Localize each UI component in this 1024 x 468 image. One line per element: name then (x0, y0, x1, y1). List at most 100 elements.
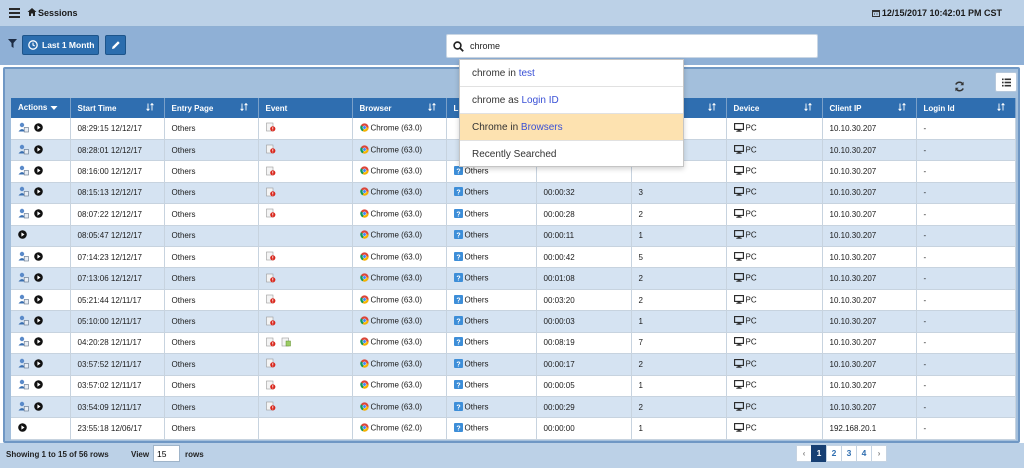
column-header-8[interactable]: Device (726, 98, 823, 118)
table-row[interactable]: 07:14:23 12/12/17 Others Chrome (63.0)? Oth… (11, 246, 1016, 269)
user-session-icon[interactable] (18, 272, 29, 285)
login-id-cell: - (916, 289, 1016, 312)
menu-icon[interactable] (9, 8, 20, 18)
error-event-icon[interactable] (265, 166, 276, 178)
sort-icon[interactable] (897, 102, 906, 113)
user-session-icon[interactable] (18, 401, 29, 414)
error-event-icon[interactable] (265, 122, 276, 134)
column-header-10[interactable]: Login Id (916, 98, 1016, 118)
play-session-icon[interactable] (18, 230, 27, 241)
user-session-icon[interactable] (18, 379, 29, 392)
error-event-icon[interactable] (265, 380, 276, 392)
search-box[interactable] (446, 34, 818, 58)
play-session-icon[interactable] (34, 380, 43, 391)
suggestion-target: test (518, 68, 535, 79)
table-row[interactable]: 04:20:28 12/11/17 Others Chrome (63.0)? Oth… (11, 332, 1016, 355)
user-session-icon[interactable] (18, 315, 29, 328)
monitor-icon (733, 251, 744, 263)
refresh-icon[interactable] (954, 81, 965, 92)
error-event-icon[interactable] (265, 401, 276, 413)
sort-icon[interactable] (145, 102, 154, 113)
user-session-icon[interactable] (18, 144, 29, 157)
client-ip-cell: 10.10.30.207 (822, 353, 917, 376)
suggestion-item[interactable]: chrome in test (460, 60, 683, 87)
page-size-input[interactable] (153, 445, 180, 462)
filter-icon[interactable] (8, 39, 17, 48)
column-chooser-button[interactable] (995, 72, 1017, 92)
user-session-icon[interactable] (18, 165, 29, 178)
play-session-icon[interactable] (34, 337, 43, 348)
error-event-icon[interactable] (265, 273, 276, 285)
user-session-icon[interactable] (18, 358, 29, 371)
page-button-3[interactable]: 3 (841, 445, 857, 462)
home-icon[interactable] (27, 7, 37, 17)
table-row[interactable]: 05:10:00 12/11/17 Others Chrome (63.0)? Oth… (11, 310, 1016, 333)
table-row[interactable]: 07:13:06 12/12/17 Others Chrome (63.0)? Oth… (11, 267, 1016, 290)
column-header-9[interactable]: Client IP (822, 98, 917, 118)
error-event-icon[interactable] (265, 208, 276, 220)
search-input[interactable] (470, 38, 810, 54)
error-event-icon[interactable] (265, 316, 276, 328)
browser-label: Chrome (63.0) (370, 166, 423, 176)
play-session-icon[interactable] (18, 423, 27, 434)
edit-filter-button[interactable] (105, 35, 126, 55)
date-range-button[interactable]: Last 1 Month (22, 35, 99, 55)
play-session-icon[interactable] (34, 359, 43, 370)
next-page-button[interactable]: › (871, 445, 887, 462)
play-session-icon[interactable] (34, 123, 43, 134)
error-event-icon[interactable] (265, 251, 276, 263)
prev-page-button[interactable]: ‹ (796, 445, 812, 462)
play-session-icon[interactable] (34, 401, 43, 413)
table-row[interactable]: 08:07:22 12/12/17 Others Chrome (63.0)? Oth… (11, 203, 1016, 226)
table-row[interactable]: 03:54:09 12/11/17 Others Chrome (63.0)? Oth… (11, 396, 1016, 419)
sort-icon[interactable] (996, 102, 1005, 113)
play-session-icon[interactable] (34, 316, 43, 327)
user-session-icon[interactable] (18, 122, 29, 135)
play-session-icon[interactable] (34, 251, 43, 263)
sort-icon[interactable] (803, 102, 812, 113)
play-session-icon[interactable] (34, 187, 43, 198)
suggestion-item[interactable]: chrome as Login ID (460, 87, 683, 114)
column-header-0[interactable]: Actions (11, 98, 71, 118)
browser-cell: Chrome (63.0) (352, 396, 447, 419)
suggestion-item[interactable]: Recently Searched (460, 141, 683, 168)
table-row[interactable]: 08:05:47 12/12/17 Others Chrome (63.0)? Oth… (11, 225, 1016, 248)
error-event-icon[interactable] (265, 294, 276, 306)
event-cell (258, 246, 353, 269)
page-button-2[interactable]: 2 (826, 445, 842, 462)
user-session-icon[interactable] (18, 294, 29, 307)
column-header-1[interactable]: Start Time (70, 98, 165, 118)
play-session-icon[interactable] (34, 273, 43, 284)
play-session-icon[interactable] (34, 144, 43, 156)
pagination: ‹ 1 2 3 4 › (796, 445, 887, 462)
user-session-icon[interactable] (18, 251, 29, 264)
play-session-icon[interactable] (34, 209, 43, 220)
table-row[interactable]: 08:15:13 12/12/17 Others Chrome (63.0)? Oth… (11, 182, 1016, 205)
page-button-4[interactable]: 4 (856, 445, 872, 462)
page-button-1[interactable]: 1 (811, 445, 827, 462)
table-row[interactable]: 03:57:02 12/11/17 Others Chrome (63.0)? Oth… (11, 375, 1016, 397)
column-header-3[interactable]: Event (258, 98, 353, 118)
table-row[interactable]: 03:57:52 12/11/17 Others Chrome (63.0)? Oth… (11, 353, 1016, 376)
error-event-icon[interactable] (265, 358, 276, 370)
error-event-icon[interactable] (265, 187, 276, 199)
actions-cell (11, 246, 71, 269)
error-event-icon[interactable] (265, 337, 276, 349)
page-event-icon[interactable] (281, 337, 291, 349)
sort-icon[interactable] (239, 102, 248, 113)
browser-label: Chrome (63.0) (370, 252, 423, 262)
play-session-icon[interactable] (34, 166, 43, 177)
column-header-2[interactable]: Entry Page (164, 98, 259, 118)
suggestion-item[interactable]: Chrome in Browsers (460, 114, 683, 141)
column-header-4[interactable]: Browser (352, 98, 447, 118)
play-session-icon[interactable] (34, 294, 43, 306)
user-session-icon[interactable] (18, 208, 29, 221)
sort-icon[interactable] (427, 102, 436, 113)
client-ip-cell: 10.10.30.207 (822, 396, 917, 419)
user-session-icon[interactable] (18, 186, 29, 199)
user-session-icon[interactable] (18, 336, 29, 349)
table-row[interactable]: 23:55:18 12/06/17 Others Chrome (62.0)? Oth… (11, 417, 1016, 440)
error-event-icon[interactable] (265, 144, 276, 156)
sort-icon[interactable] (707, 102, 716, 113)
table-row[interactable]: 05:21:44 12/11/17 Others Chrome (63.0)? Oth… (11, 289, 1016, 312)
